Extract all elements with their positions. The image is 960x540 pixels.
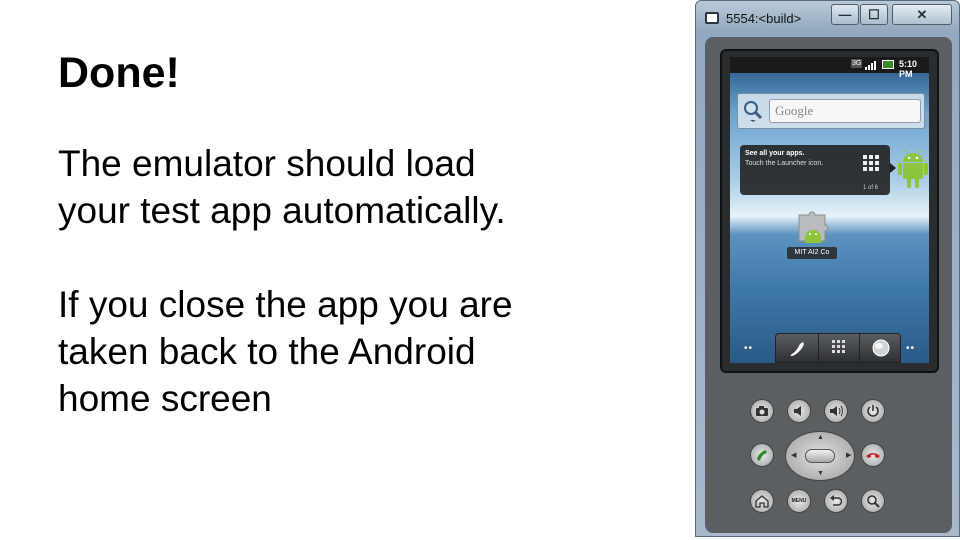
screen-bezel: 3G 5:10 PM Google See all your apps. Tou…	[720, 49, 939, 373]
minimize-button[interactable]: —	[831, 4, 859, 25]
slide-line-3: If you close the app you are	[58, 284, 513, 325]
dpad-left-icon[interactable]: ◀	[791, 451, 796, 459]
phone-body: 3G 5:10 PM Google See all your apps. Tou…	[705, 37, 952, 533]
volume-up-icon	[830, 405, 843, 417]
google-search-widget[interactable]: Google	[737, 93, 925, 129]
camera-button[interactable]	[750, 399, 774, 423]
launcher-grid-icon	[832, 340, 845, 353]
slide-line-5: home screen	[58, 378, 272, 419]
volume-down-icon	[794, 406, 801, 416]
dpad-up-icon[interactable]: ▲	[817, 434, 824, 441]
search-input[interactable]: Google	[769, 99, 921, 123]
volume-up-button[interactable]	[824, 399, 848, 423]
slide-body: The emulator should load your test app a…	[58, 140, 618, 422]
globe-icon	[872, 339, 890, 357]
dpad-down-icon[interactable]: ▼	[817, 470, 824, 477]
close-button[interactable]: ✕	[892, 4, 952, 25]
back-button[interactable]	[824, 489, 848, 513]
volume-down-button[interactable]	[787, 399, 811, 423]
dock-launcher-button[interactable]	[818, 334, 860, 362]
app-puzzle-icon	[798, 211, 829, 243]
dpad-center-button[interactable]	[805, 449, 835, 463]
slide-line-1: The emulator should load	[58, 143, 476, 184]
back-icon	[830, 495, 843, 506]
battery-icon	[882, 60, 894, 69]
signal-icon	[865, 60, 877, 70]
power-button[interactable]	[861, 399, 885, 423]
slide-title: Done!	[58, 49, 180, 97]
slide-line-4: taken back to the Android	[58, 331, 476, 372]
emulator-window: 5554:<build> — ☐ ✕ 3G 5:10 PM Google See…	[695, 0, 960, 537]
page-indicator-right[interactable]: ••	[906, 343, 915, 354]
window-title: 5554:<build>	[726, 11, 802, 26]
tip-subtitle: Touch the Launcher icon.	[745, 160, 824, 167]
dock-browser-button[interactable]	[860, 334, 902, 362]
app-shortcut-label: MIT AI2 Co	[787, 247, 837, 259]
call-icon	[757, 450, 767, 461]
dpad-right-icon[interactable]: ▶	[846, 451, 851, 459]
home-dock: •• ••	[730, 331, 929, 363]
android-robot-icon	[898, 149, 928, 188]
call-button[interactable]	[750, 443, 774, 467]
network-type: 3G	[851, 59, 863, 68]
slide-line-2: your test app automatically.	[58, 190, 506, 231]
status-time: 5:10 PM	[899, 59, 918, 79]
dpad[interactable]: ▲ ▼ ◀ ▶	[785, 431, 855, 481]
hardware-search-button[interactable]	[861, 489, 885, 513]
status-bar: 3G 5:10 PM	[730, 57, 929, 79]
menu-button[interactable]: MENU	[787, 489, 811, 513]
tip-arrow-icon	[890, 163, 896, 173]
emulator-app-icon	[705, 12, 719, 24]
android-home-screen[interactable]: 3G 5:10 PM Google See all your apps. Tou…	[730, 57, 929, 363]
power-icon	[867, 405, 879, 417]
launcher-tip[interactable]: See all your apps. Touch the Launcher ic…	[740, 145, 890, 195]
window-titlebar[interactable]: 5554:<build> — ☐ ✕	[696, 1, 959, 35]
search-icon[interactable]	[743, 100, 763, 122]
camera-icon	[756, 406, 768, 416]
maximize-button[interactable]: ☐	[860, 4, 888, 25]
tip-page-count: 1 of 6	[862, 185, 878, 191]
search-icon	[867, 495, 880, 508]
dock-phone-button[interactable]	[776, 334, 818, 362]
phone-icon	[790, 342, 804, 356]
page-indicator-left[interactable]: ••	[744, 343, 753, 354]
home-icon	[755, 495, 769, 508]
home-button[interactable]	[750, 489, 774, 513]
dock-bar	[775, 333, 901, 363]
launcher-grid-icon	[863, 155, 879, 171]
tip-title: See all your apps.	[745, 150, 805, 157]
end-call-button[interactable]	[861, 443, 885, 467]
end-call-icon	[866, 453, 880, 458]
